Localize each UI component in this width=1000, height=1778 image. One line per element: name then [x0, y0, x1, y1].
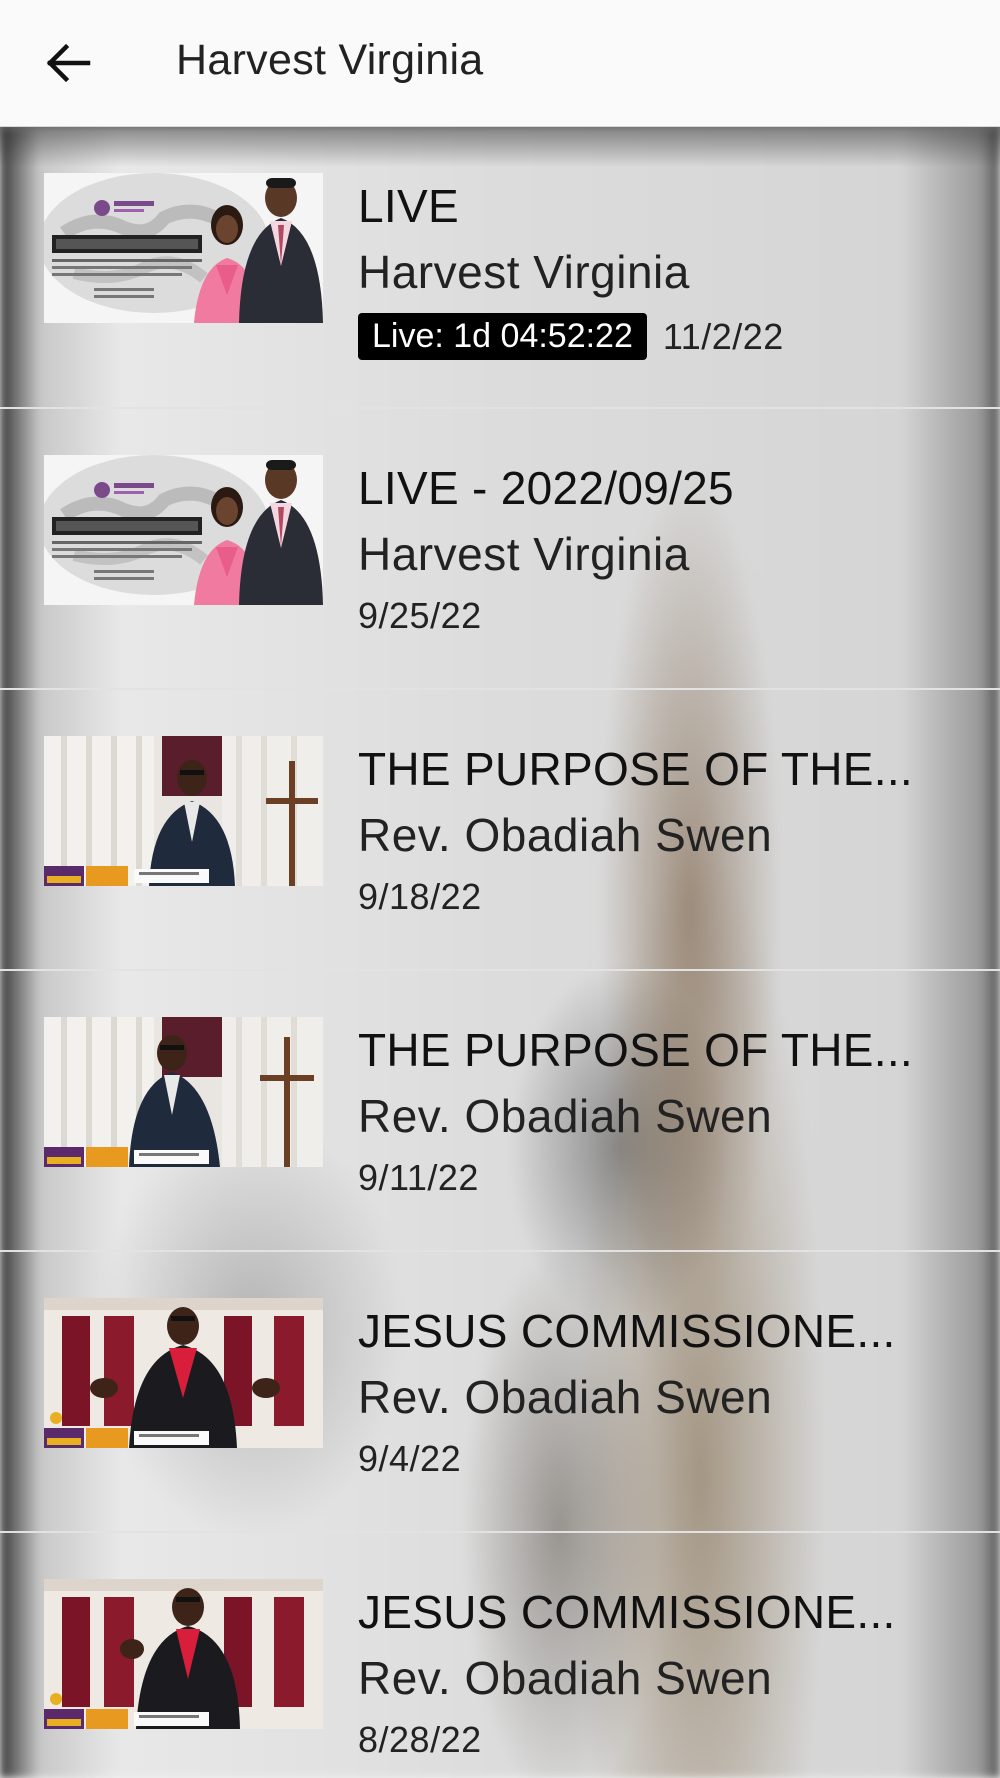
transforming-lives-couple-thumbnail: [44, 173, 323, 323]
video-list: LIVE Harvest Virginia Live: 1d 04:52:22 …: [0, 127, 1000, 1778]
back-button[interactable]: [30, 28, 106, 98]
video-list-item[interactable]: JESUS COMMISSIONE... Rev. Obadiah Swen 9…: [0, 1252, 1000, 1533]
video-title: JESUS COMMISSIONE...: [358, 1305, 896, 1357]
video-title: THE PURPOSE OF THE...: [358, 743, 913, 795]
video-thumbnail[interactable]: [44, 455, 323, 605]
preacher-red-curtains-thumbnail: [44, 1298, 323, 1448]
video-list-item[interactable]: LIVE - 2022/09/25 Harvest Virginia 9/25/…: [0, 409, 1000, 690]
video-author: Rev. Obadiah Swen: [358, 1371, 773, 1423]
video-date: 9/25/22: [358, 595, 482, 636]
video-meta: 9/4/22: [358, 1438, 461, 1480]
video-meta: Live: 1d 04:52:22 11/2/22: [358, 313, 784, 360]
video-date: 9/4/22: [358, 1438, 462, 1479]
video-thumbnail[interactable]: [44, 1017, 323, 1167]
video-list-item[interactable]: THE PURPOSE OF THE... Rev. Obadiah Swen …: [0, 971, 1000, 1252]
transforming-lives-couple-thumbnail: [44, 455, 323, 605]
screen: Harvest Virginia LIVE Harvest Virginia L…: [0, 0, 1000, 1778]
video-author: Harvest Virginia: [358, 246, 690, 298]
live-status-badge: Live: 1d 04:52:22: [358, 313, 647, 360]
video-title: LIVE: [358, 180, 459, 232]
video-thumbnail[interactable]: [44, 1579, 323, 1729]
app-bar: Harvest Virginia: [0, 0, 1000, 127]
preacher-with-cross-thumbnail: [44, 736, 323, 886]
video-thumbnail[interactable]: [44, 1298, 323, 1448]
video-author: Rev. Obadiah Swen: [358, 809, 773, 861]
arrow-left-icon: [46, 43, 91, 83]
video-date: 11/2/22: [662, 315, 784, 357]
video-meta: 8/28/22: [358, 1719, 482, 1761]
video-list-item[interactable]: JESUS COMMISSIONE... Rev. Obadiah Swen 8…: [0, 1533, 1000, 1778]
video-meta: 9/25/22: [358, 595, 482, 637]
video-date: 9/11/22: [358, 1157, 479, 1198]
video-title: JESUS COMMISSIONE...: [358, 1586, 896, 1638]
video-title: LIVE - 2022/09/25: [358, 462, 734, 514]
video-date: 8/28/22: [358, 1719, 482, 1760]
video-title: THE PURPOSE OF THE...: [358, 1024, 913, 1076]
preacher-red-curtains-thumbnail: [44, 1579, 323, 1729]
page-title: Harvest Virginia: [176, 36, 484, 84]
video-list-item[interactable]: LIVE Harvest Virginia Live: 1d 04:52:22 …: [0, 127, 1000, 409]
video-author: Rev. Obadiah Swen: [358, 1090, 773, 1142]
video-author: Rev. Obadiah Swen: [358, 1652, 773, 1704]
video-thumbnail[interactable]: [44, 173, 323, 323]
video-list-item[interactable]: THE PURPOSE OF THE... Rev. Obadiah Swen …: [0, 690, 1000, 971]
video-meta: 9/11/22: [358, 1157, 479, 1199]
preacher-with-cross-thumbnail: [44, 1017, 323, 1167]
video-thumbnail[interactable]: [44, 736, 323, 886]
video-meta: 9/18/22: [358, 876, 482, 918]
video-author: Harvest Virginia: [358, 528, 690, 580]
video-date: 9/18/22: [358, 876, 482, 917]
